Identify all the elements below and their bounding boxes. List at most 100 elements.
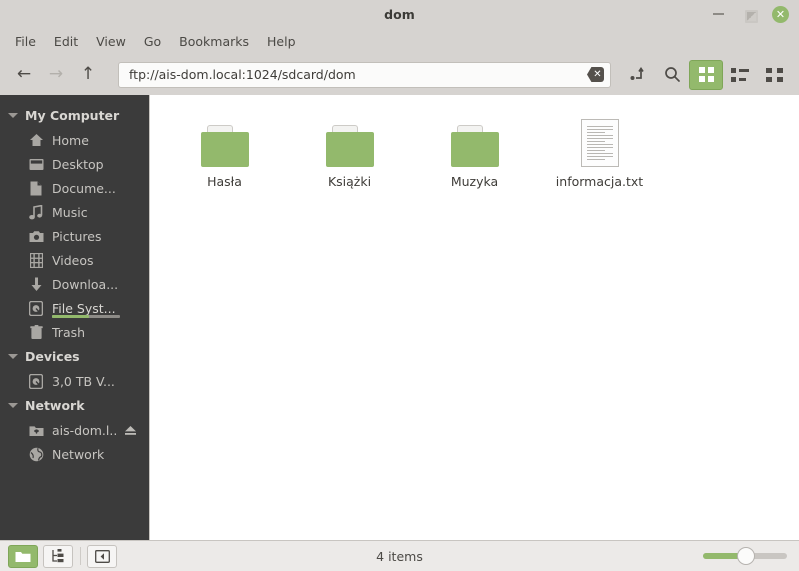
sidebar-item-downloads[interactable]: Downloa... — [0, 272, 149, 296]
sidebar-section-devices[interactable]: Devices — [0, 344, 149, 369]
title-bar: dom ✕ — [0, 0, 799, 28]
sidebar-item-label: 3,0 TB V... — [52, 373, 115, 389]
menu-item-edit[interactable]: Edit — [45, 31, 87, 52]
tree-view-button[interactable] — [43, 544, 73, 568]
sidebar-item-ais-dom[interactable]: ais-dom.l... — [0, 418, 149, 442]
remote-folder-icon — [28, 422, 44, 438]
sidebar-item-label: ais-dom.l... — [52, 422, 116, 438]
sidebar-item-label: Trash — [52, 324, 86, 340]
chevron-down-icon — [8, 354, 18, 359]
sidebar-section-label: Network — [25, 398, 85, 413]
sidebar-item-label: Music — [52, 204, 88, 220]
sidebar-section-network[interactable]: Network — [0, 393, 149, 418]
menu-item-file[interactable]: File — [6, 31, 45, 52]
menu-item-help[interactable]: Help — [258, 31, 305, 52]
address-bar[interactable]: ✕ — [118, 61, 611, 88]
sidebar-item-label: Desktop — [52, 156, 104, 172]
sidebar-item-label: Videos — [52, 252, 94, 268]
status-bar: 4 items — [0, 540, 799, 571]
desktop-icon — [28, 156, 44, 172]
chevron-down-icon — [8, 113, 18, 118]
file-list-area[interactable]: Hasła Książki Muzyka informacja.txt — [149, 95, 799, 540]
icon-view-button[interactable] — [689, 59, 723, 90]
file-grid: Hasła Książki Muzyka informacja.txt — [150, 95, 799, 195]
sidebar-item-label: Pictures — [52, 228, 102, 244]
drive-icon — [28, 300, 44, 316]
sidebar-section-my-computer[interactable]: My Computer — [0, 103, 149, 128]
window-controls: ✕ — [710, 5, 799, 23]
file-name-label: Książki — [327, 174, 372, 189]
sidebar-item-videos[interactable]: Videos — [0, 248, 149, 272]
list-view-button[interactable] — [723, 60, 757, 90]
compact-view-button[interactable] — [757, 60, 791, 90]
sidebar-item-file-system[interactable]: File Syst... — [0, 296, 149, 320]
folder-icon — [200, 111, 249, 167]
zoom-slider[interactable] — [699, 546, 791, 566]
downloads-icon — [28, 276, 44, 292]
sidebar-item-home[interactable]: Home — [0, 128, 149, 152]
minimize-icon — [713, 13, 724, 15]
arrow-left-icon: ← — [16, 64, 32, 84]
file-item[interactable]: Książki — [287, 105, 412, 195]
toolbar: ← → ↑ ✕ — [0, 54, 799, 95]
show-folders-button[interactable] — [8, 544, 38, 568]
sidebar-item-desktop[interactable]: Desktop — [0, 152, 149, 176]
text-file-icon — [580, 111, 619, 167]
menu-item-view[interactable]: View — [87, 31, 135, 52]
close-icon: ✕ — [593, 68, 602, 80]
maximize-button[interactable] — [741, 6, 758, 23]
file-item[interactable]: Hasła — [162, 105, 287, 195]
disk-usage-bar — [52, 315, 120, 318]
trash-icon — [28, 324, 44, 340]
arrow-right-icon: → — [48, 64, 64, 84]
address-input[interactable] — [129, 67, 587, 82]
file-item[interactable]: Muzyka — [412, 105, 537, 195]
back-button[interactable]: ← — [8, 60, 40, 90]
eject-icon[interactable] — [124, 425, 137, 436]
grid-view-icon — [698, 67, 714, 82]
sidebar-item-music[interactable]: Music — [0, 200, 149, 224]
list-view-icon — [731, 67, 749, 82]
sidebar-item-trash[interactable]: Trash — [0, 320, 149, 344]
file-name-label: Hasła — [207, 174, 242, 189]
sidebar: My Computer Home Desktop Docume... Music… — [0, 95, 149, 540]
sidebar-item-volume[interactable]: 3,0 TB V... — [0, 369, 149, 393]
close-icon: ✕ — [775, 7, 786, 21]
path-entry-icon — [630, 67, 647, 82]
main-area: My Computer Home Desktop Docume... Music… — [0, 95, 799, 540]
home-icon — [28, 132, 44, 148]
menu-item-bookmarks[interactable]: Bookmarks — [170, 31, 258, 52]
music-icon — [28, 204, 44, 220]
menu-item-go[interactable]: Go — [135, 31, 170, 52]
sidebar-item-pictures[interactable]: Pictures — [0, 224, 149, 248]
sidebar-item-documents[interactable]: Docume... — [0, 176, 149, 200]
divider — [80, 547, 81, 565]
pictures-icon — [28, 228, 44, 244]
status-text: 4 items — [376, 548, 423, 564]
sidebar-item-network[interactable]: Network — [0, 442, 149, 466]
sidebar-item-label: File Syst... — [52, 300, 116, 316]
forward-button[interactable]: → — [40, 60, 72, 90]
slider-handle[interactable] — [737, 547, 755, 565]
window-title: dom — [384, 6, 415, 22]
sidebar-toggle-icon — [94, 549, 110, 563]
search-icon — [664, 66, 681, 83]
close-button[interactable]: ✕ — [772, 5, 789, 23]
maximize-icon — [744, 9, 758, 23]
menu-bar: File Edit View Go Bookmarks Help — [0, 28, 799, 54]
toggle-side-pane-button[interactable] — [87, 544, 117, 568]
path-entry-toggle-button[interactable] — [621, 60, 655, 90]
up-button[interactable]: ↑ — [72, 60, 104, 90]
clear-address-button[interactable]: ✕ — [587, 67, 604, 82]
file-name-label: informacja.txt — [555, 174, 644, 189]
videos-icon — [28, 252, 44, 268]
sidebar-item-label: Downloa... — [52, 276, 119, 292]
folder-icon — [325, 111, 374, 167]
sidebar-item-label: Home — [52, 132, 89, 148]
arrow-up-icon: ↑ — [80, 64, 96, 84]
minimize-button[interactable] — [710, 6, 727, 23]
search-button[interactable] — [655, 60, 689, 90]
file-item[interactable]: informacja.txt — [537, 105, 662, 195]
sidebar-section-label: Devices — [25, 349, 80, 364]
folder-icon — [450, 111, 499, 167]
